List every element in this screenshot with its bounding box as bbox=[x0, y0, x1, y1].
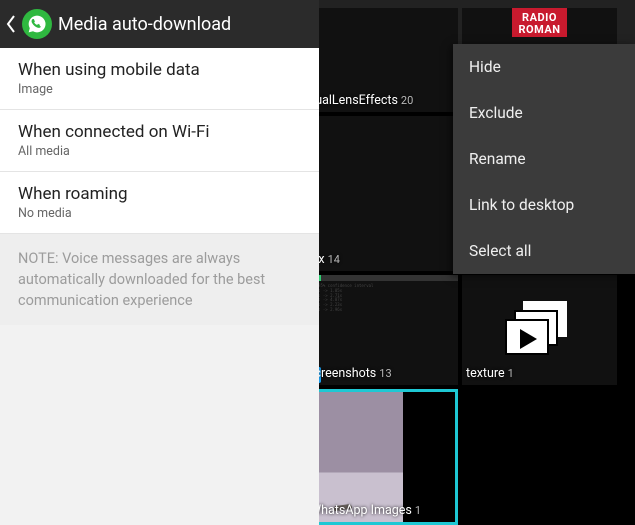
album-caption: texture1 bbox=[466, 366, 514, 381]
album-gfx[interactable]: gfx14 bbox=[319, 116, 458, 271]
menu-item-select-all[interactable]: Select all bbox=[453, 228, 635, 274]
settings-list: When using mobile data Image When connec… bbox=[0, 48, 319, 234]
album-caption: Screenshots13 bbox=[319, 366, 392, 381]
album-count: 14 bbox=[328, 253, 340, 266]
gallery-pane: 1/15 RADIO ROMAN bbox=[319, 0, 635, 525]
album-duallens[interactable]: DualLensEffects20 bbox=[319, 8, 458, 112]
setting-title: When roaming bbox=[18, 184, 301, 204]
album-texture[interactable]: texture1 bbox=[462, 275, 617, 385]
radio-badge-line2: ROMAN bbox=[518, 23, 560, 36]
album-caption: gfx14 bbox=[319, 252, 340, 267]
album-label: Screenshots bbox=[319, 366, 376, 381]
menu-item-link-desktop[interactable]: Link to desktop bbox=[453, 182, 635, 228]
whatsapp-header: Media auto-download bbox=[0, 0, 319, 48]
album-whatsapp-images[interactable]: WhatsApp Images1 bbox=[319, 389, 458, 525]
menu-item-exclude[interactable]: Exclude bbox=[453, 90, 635, 136]
whatsapp-header-title: Media auto-download bbox=[58, 14, 231, 35]
overflow-menu: Hide Exclude Rename Link to desktop Sele… bbox=[453, 44, 635, 274]
setting-roaming[interactable]: When roaming No media bbox=[0, 172, 319, 234]
setting-subtitle: No media bbox=[18, 206, 301, 221]
album-label: DualLensEffects bbox=[319, 93, 398, 108]
album-caption: DualLensEffects20 bbox=[319, 93, 413, 108]
album-count: 1 bbox=[508, 367, 514, 380]
album-count: 20 bbox=[401, 94, 413, 107]
album-label: gfx bbox=[319, 252, 325, 267]
album-caption: WhatsApp Images1 bbox=[319, 503, 421, 518]
menu-item-hide[interactable]: Hide bbox=[453, 44, 635, 90]
album-label: texture bbox=[466, 366, 505, 381]
album-screenshots[interactable]: load 95% confidence interval 1.21s -> 1.… bbox=[319, 275, 458, 385]
album-count: 13 bbox=[379, 367, 391, 380]
setting-subtitle: All media bbox=[18, 144, 301, 159]
setting-title: When connected on Wi-Fi bbox=[18, 122, 301, 142]
root: Media auto-download When using mobile da… bbox=[0, 0, 635, 525]
radio-badge: RADIO ROMAN bbox=[512, 8, 566, 37]
settings-note: NOTE: Voice messages are always automati… bbox=[0, 234, 319, 325]
whatsapp-logo-icon bbox=[22, 9, 52, 39]
album-thumb bbox=[319, 116, 458, 271]
setting-mobile-data[interactable]: When using mobile data Image bbox=[0, 48, 319, 110]
setting-wifi[interactable]: When connected on Wi-Fi All media bbox=[0, 110, 319, 172]
video-stack-icon bbox=[505, 301, 575, 359]
album-count: 1 bbox=[415, 504, 421, 517]
setting-subtitle: Image bbox=[18, 82, 301, 97]
menu-item-rename[interactable]: Rename bbox=[453, 136, 635, 182]
whatsapp-settings-pane: Media auto-download When using mobile da… bbox=[0, 0, 319, 525]
album-label: WhatsApp Images bbox=[319, 503, 412, 518]
back-icon[interactable] bbox=[0, 0, 22, 48]
setting-title: When using mobile data bbox=[18, 60, 301, 80]
